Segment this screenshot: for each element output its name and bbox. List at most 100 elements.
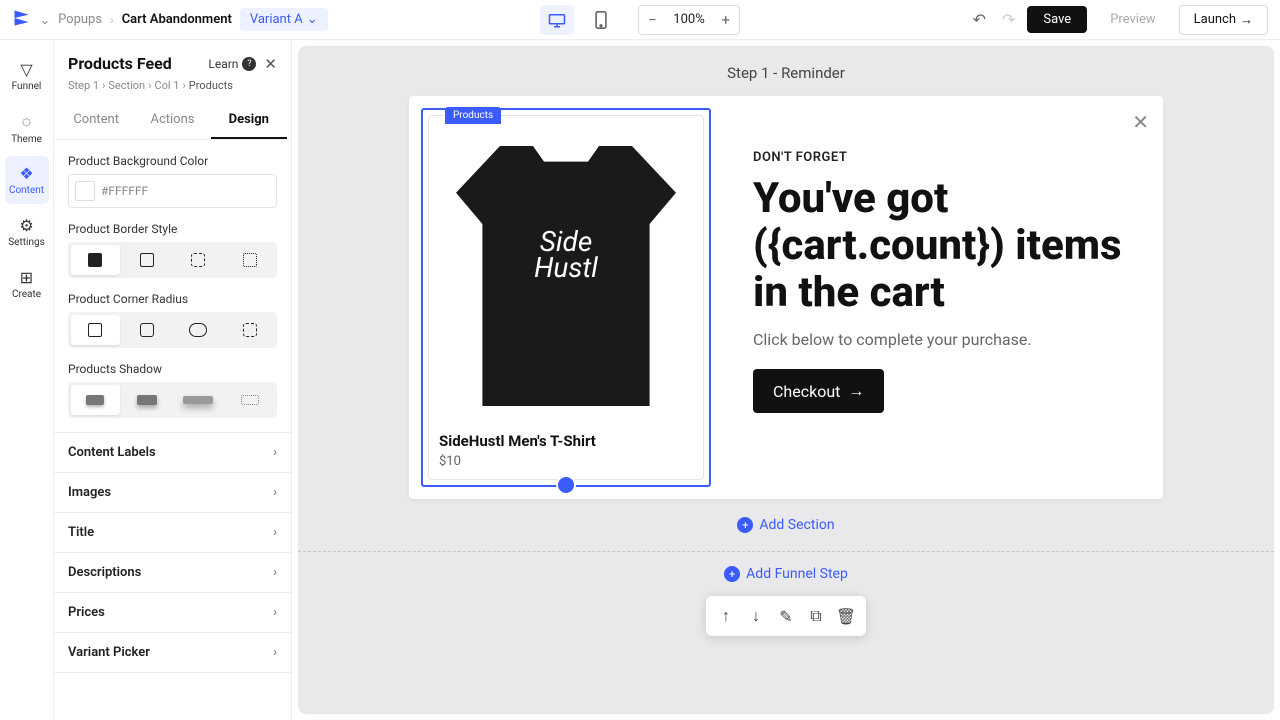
shadow-segmented — [68, 382, 277, 418]
bg-color-label: Product Background Color — [68, 154, 277, 168]
radius-small-option[interactable] — [123, 315, 172, 345]
zoom-value: 100% — [665, 12, 712, 27]
crumb-section[interactable]: Section — [108, 79, 145, 92]
plus-circle-icon: + — [737, 517, 753, 533]
radius-none-option[interactable] — [71, 315, 120, 345]
crumb-col[interactable]: Col 1 — [154, 79, 179, 92]
add-funnel-step-button[interactable]: + Add Funnel Step — [724, 566, 848, 582]
border-dotted-option[interactable] — [226, 245, 275, 275]
variant-selector[interactable]: Variant A ⌄ — [240, 8, 328, 31]
border-style-segmented — [68, 242, 277, 278]
chevron-right-icon: › — [273, 525, 277, 540]
redo-button[interactable]: ↷ — [998, 6, 1019, 33]
accordion-images[interactable]: Images› — [54, 473, 291, 513]
close-icon[interactable]: ✕ — [1132, 110, 1149, 134]
learn-label: Learn — [208, 57, 238, 71]
radius-pill-option[interactable] — [174, 315, 223, 345]
zoom-out-button[interactable]: − — [639, 11, 665, 29]
product-name: SideHustl Men's T-Shirt — [439, 432, 693, 450]
chevron-right-icon: › — [273, 565, 277, 580]
plus-circle-icon: + — [724, 566, 740, 582]
products-selection[interactable]: Products SideHustl SideHustl Men's T-Shi… — [421, 108, 711, 487]
floating-toolbar: ↑ ↓ ✎ ⧉ 🗑 — [706, 596, 866, 636]
rail-settings[interactable]: ⚙ Settings — [5, 208, 49, 256]
panel-title: Products Feed — [68, 54, 172, 73]
chevron-right-icon: › — [273, 445, 277, 460]
shadow-none-option[interactable] — [226, 385, 275, 415]
radius-custom-option[interactable] — [226, 315, 275, 345]
rail-label: Funnel — [12, 81, 42, 92]
rail-content[interactable]: ❖ Content — [5, 156, 49, 204]
duplicate-button[interactable]: ⧉ — [802, 602, 830, 630]
corner-radius-label: Product Corner Radius — [68, 292, 277, 306]
accordion-prices[interactable]: Prices› — [54, 593, 291, 633]
bg-color-input[interactable]: #FFFFFF — [68, 174, 277, 208]
preview-button[interactable]: Preview — [1095, 5, 1170, 34]
accordion-title[interactable]: Title› — [54, 513, 291, 553]
rail-label: Theme — [11, 134, 42, 145]
launch-button[interactable]: Launch → — [1179, 5, 1268, 35]
add-handle-icon[interactable] — [556, 475, 576, 495]
logo-icon[interactable] — [12, 8, 32, 32]
learn-link[interactable]: Learn ? — [208, 57, 256, 71]
shadow-large-option[interactable] — [174, 385, 223, 415]
shadow-medium-option[interactable] — [123, 385, 172, 415]
undo-button[interactable]: ↶ — [969, 6, 990, 33]
rail-label: Content — [9, 185, 44, 196]
move-up-button[interactable]: ↑ — [712, 602, 740, 630]
rail-theme[interactable]: ◌ Theme — [5, 104, 49, 152]
gear-icon: ⚙ — [19, 216, 33, 235]
shadow-label: Products Shadow — [68, 362, 277, 376]
accordion-descriptions[interactable]: Descriptions› — [54, 553, 291, 593]
edit-button[interactable]: ✎ — [772, 602, 800, 630]
zoom-control: − 100% + — [638, 5, 739, 35]
border-dashed-corners-option[interactable] — [174, 245, 223, 275]
headline-text: You've got ({cart.count}) items in the c… — [753, 175, 1133, 316]
zoom-in-button[interactable]: + — [713, 11, 739, 29]
chevron-right-icon: › — [273, 485, 277, 500]
plus-square-icon: ⊞ — [20, 268, 33, 287]
step-title: Step 1 - Reminder — [727, 46, 845, 96]
subtext: Click below to complete your purchase. — [753, 330, 1133, 349]
rail-funnel[interactable]: ▽ Funnel — [5, 52, 49, 100]
border-solid-option[interactable] — [71, 245, 120, 275]
panel-breadcrumbs: Step 1› Section› Col 1› Products — [54, 79, 291, 102]
device-mobile-button[interactable] — [584, 5, 618, 35]
add-section-button[interactable]: + Add Section — [737, 517, 834, 533]
chevron-down-icon[interactable]: ⌄ — [40, 13, 50, 27]
chevron-down-icon: ⌄ — [307, 12, 318, 27]
save-button[interactable]: Save — [1027, 6, 1087, 33]
products-tag: Products — [445, 107, 501, 124]
crumb-current: Products — [189, 79, 233, 92]
drop-icon: ◌ — [22, 112, 32, 132]
device-desktop-button[interactable] — [540, 5, 574, 35]
rail-create[interactable]: ⊞ Create — [5, 260, 49, 308]
breadcrumb-parent[interactable]: Popups — [58, 12, 102, 27]
layers-icon: ❖ — [19, 164, 33, 183]
border-outline-option[interactable] — [123, 245, 172, 275]
accordion-variant-picker[interactable]: Variant Picker› — [54, 633, 291, 673]
corner-radius-segmented — [68, 312, 277, 348]
checkout-label: Checkout — [773, 382, 840, 401]
variant-label: Variant A — [250, 12, 303, 27]
checkout-button[interactable]: Checkout → — [753, 369, 884, 413]
popup-card: ✕ Products SideHustl SideHustl Men's T-S… — [409, 96, 1163, 499]
shadow-small-option[interactable] — [71, 385, 120, 415]
rail-label: Settings — [8, 237, 45, 248]
crumb-step[interactable]: Step 1 — [68, 79, 99, 92]
arrow-right-icon: → — [848, 381, 864, 401]
add-funnel-step-label: Add Funnel Step — [746, 566, 848, 582]
tab-design[interactable]: Design — [211, 102, 287, 139]
product-image: SideHustl — [439, 126, 693, 426]
product-price: $10 — [439, 454, 693, 469]
tab-actions[interactable]: Actions — [134, 102, 210, 139]
chevron-right-icon: › — [273, 645, 277, 660]
close-panel-button[interactable]: ✕ — [264, 55, 277, 73]
breadcrumb-current: Cart Abandonment — [122, 12, 232, 27]
tab-content[interactable]: Content — [58, 102, 134, 139]
accordion-content-labels[interactable]: Content Labels› — [54, 433, 291, 473]
funnel-icon: ▽ — [20, 60, 32, 79]
delete-button[interactable]: 🗑 — [832, 602, 860, 630]
rail-label: Create — [12, 289, 41, 300]
move-down-button[interactable]: ↓ — [742, 602, 770, 630]
